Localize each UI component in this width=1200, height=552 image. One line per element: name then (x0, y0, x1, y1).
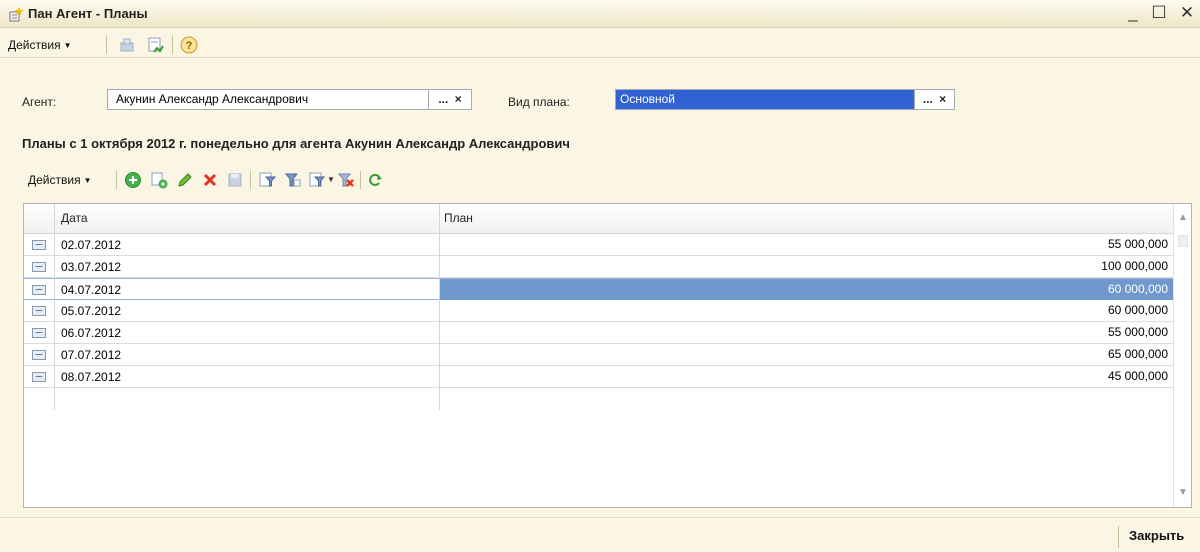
cell-plan[interactable]: 60 000,000 (440, 279, 1174, 300)
agent-field[interactable]: Акунин Александр Александрович (107, 89, 429, 110)
cell-plan[interactable]: 55 000,000 (440, 234, 1174, 255)
maximize-button[interactable]: ☐ (1150, 3, 1168, 23)
row-icon (32, 306, 46, 316)
table-actions-label: Действия (28, 173, 81, 187)
table-toolbar: Действия ▼ ▼ (0, 166, 460, 194)
plans-table[interactable]: Дата План 02.07.2012 55 000,000 03.07.2012… (23, 203, 1192, 508)
filter-settings-icon[interactable] (308, 171, 326, 189)
cell-date[interactable]: 05.07.2012 (61, 304, 121, 318)
footer-bar: Закрыть (0, 517, 1200, 552)
table-row[interactable]: 04.07.2012 60 000,000 (24, 278, 1174, 300)
toolbar-divider (250, 171, 251, 189)
agent-clear-button[interactable]: × (455, 90, 462, 109)
title-bar: Пан Агент - Планы _ ☐ ✕ (0, 0, 1200, 28)
plan-type-field[interactable]: Основной (615, 89, 915, 110)
table-row[interactable]: 03.07.2012 100 000,000 (24, 256, 1174, 278)
table-actions-menu[interactable]: Действия ▼ (26, 171, 94, 189)
close-window-button[interactable]: ✕ (1178, 3, 1196, 23)
agent-field-buttons: ... × (429, 89, 472, 110)
table-row[interactable]: 02.07.2012 55 000,000 (24, 234, 1174, 256)
copy-icon[interactable] (150, 171, 168, 189)
scroll-down-icon[interactable]: ▼ (1178, 487, 1188, 498)
help-icon[interactable]: ? (180, 36, 198, 54)
plan-type-value: Основной (616, 90, 914, 109)
row-icon (32, 350, 46, 360)
minimize-button[interactable]: _ (1124, 3, 1142, 23)
agent-select-button[interactable]: ... (438, 90, 448, 109)
form-actions-label: Действия (8, 38, 61, 52)
row-icon (32, 285, 46, 295)
scroll-up-icon[interactable]: ▲ (1178, 212, 1188, 223)
table-body: 02.07.2012 55 000,000 03.07.2012 100 000,00… (24, 234, 1174, 388)
row-icon (32, 372, 46, 382)
svg-text:?: ? (186, 40, 193, 52)
table-row[interactable]: 07.07.2012 65 000,000 (24, 344, 1174, 366)
plan-type-select-button[interactable]: ... (923, 90, 933, 109)
table-row[interactable]: 05.07.2012 60 000,000 (24, 300, 1174, 322)
toolbar-divider (116, 171, 117, 189)
cell-date[interactable]: 06.07.2012 (61, 326, 121, 340)
toolbar-divider (360, 171, 361, 189)
cell-plan[interactable]: 65 000,000 (440, 344, 1174, 365)
plan-type-clear-button[interactable]: × (939, 90, 946, 109)
report-icon[interactable] (146, 36, 164, 54)
filter-set-icon[interactable] (258, 171, 276, 189)
form-icon (9, 7, 24, 22)
add-icon[interactable] (124, 171, 142, 189)
column-header-plan[interactable]: План (444, 211, 473, 225)
scrollbar-thumb[interactable] (1178, 235, 1188, 247)
save-icon[interactable] (226, 171, 244, 189)
vertical-scrollbar[interactable]: ▲ ▼ (1173, 204, 1191, 507)
agent-label: Агент: (22, 95, 57, 109)
column-divider (54, 204, 55, 234)
row-icon (32, 328, 46, 338)
cell-date[interactable]: 04.07.2012 (61, 283, 121, 297)
plan-type-label: Вид плана: (508, 95, 570, 109)
close-button[interactable]: Закрыть (1118, 526, 1184, 548)
cell-plan[interactable]: 100 000,000 (440, 256, 1174, 277)
form-toolbar: Действия ▼ ? (0, 32, 1200, 58)
page-title: Планы с 1 октября 2012 г. понедельно для… (22, 136, 570, 151)
row-icon (32, 240, 46, 250)
post-icon[interactable] (118, 36, 136, 54)
column-header-date[interactable]: Дата (61, 211, 88, 225)
toolbar-divider (106, 36, 107, 54)
table-row[interactable]: 06.07.2012 55 000,000 (24, 322, 1174, 344)
form-actions-menu[interactable]: Действия ▼ (6, 36, 74, 54)
refresh-icon[interactable] (366, 171, 384, 189)
chevron-down-icon[interactable]: ▼ (327, 175, 335, 184)
cell-plan[interactable]: 60 000,000 (440, 300, 1174, 321)
plan-type-field-buttons: ... × (915, 89, 955, 110)
column-divider (439, 234, 440, 410)
column-divider (439, 204, 440, 234)
cell-date[interactable]: 08.07.2012 (61, 370, 121, 384)
cell-date[interactable]: 02.07.2012 (61, 238, 121, 252)
toolbar-divider (172, 36, 173, 54)
chevron-down-icon: ▼ (63, 41, 72, 50)
filter-clear-icon[interactable] (337, 171, 355, 189)
table-row[interactable]: 08.07.2012 45 000,000 (24, 366, 1174, 388)
cell-plan[interactable]: 55 000,000 (440, 322, 1174, 343)
delete-icon[interactable] (201, 171, 219, 189)
window-title: Пан Агент - Планы (28, 6, 148, 21)
chevron-down-icon: ▼ (83, 176, 92, 185)
table-header: Дата План (24, 204, 1174, 234)
filter-icon[interactable] (284, 171, 302, 189)
edit-icon[interactable] (176, 171, 194, 189)
cell-plan[interactable]: 45 000,000 (440, 366, 1174, 387)
cell-date[interactable]: 07.07.2012 (61, 348, 121, 362)
row-icon (32, 262, 46, 272)
cell-date[interactable]: 03.07.2012 (61, 260, 121, 274)
column-divider (54, 234, 55, 410)
